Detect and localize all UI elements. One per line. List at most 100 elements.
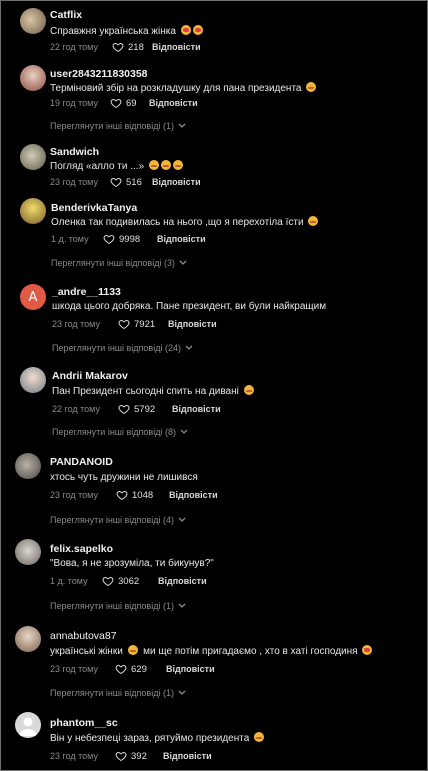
laughing-emoji-icon	[243, 385, 254, 395]
like-button[interactable]: 5792	[118, 403, 155, 415]
heart-outline-icon	[110, 98, 122, 109]
comment-text: Погляд «алло ти ...»	[50, 160, 183, 172]
laughing-emoji-icon	[254, 732, 265, 742]
comment-timestamp: 23 год тому	[52, 319, 100, 329]
comment-text: шкода цього добряка. Пане президент, ви …	[52, 301, 327, 312]
comment-text: Оленка так подивилась на нього ,що я пер…	[51, 216, 319, 228]
chevron-down-icon	[178, 603, 186, 609]
comment-username[interactable]: user2843211830358	[50, 68, 148, 80]
heart-outline-icon	[110, 177, 122, 188]
view-more-replies[interactable]: Переглянути інші відповіді (1)	[50, 688, 186, 698]
like-count: 1048	[132, 489, 154, 501]
view-more-replies[interactable]: Переглянути інші відповіді (8)	[52, 427, 188, 437]
like-count: 7921	[134, 318, 156, 330]
comment-timestamp: 19 год тому	[50, 98, 98, 108]
like-count: 392	[131, 750, 147, 762]
reply-button[interactable]: Відповісти	[169, 490, 218, 500]
comment-timestamp: 23 год тому	[50, 177, 98, 187]
like-count: 9998	[119, 233, 141, 245]
heart-outline-icon	[115, 664, 127, 675]
chevron-down-icon	[178, 517, 186, 523]
like-count: 629	[131, 663, 147, 675]
comment-timestamp: 22 год тому	[52, 404, 100, 414]
like-button[interactable]: 629	[115, 663, 147, 675]
reply-button[interactable]: Відповісти	[166, 664, 215, 674]
avatar[interactable]	[20, 65, 46, 91]
comment-text: хтось чуть дружини не лишився	[50, 472, 198, 483]
comment-timestamp: 23 год тому	[50, 664, 98, 674]
comment-username[interactable]: annabutova87	[50, 630, 117, 642]
heart-outline-icon	[103, 234, 115, 245]
view-more-replies[interactable]: Переглянути інші відповіді (1)	[50, 601, 186, 611]
chevron-down-icon	[178, 690, 186, 696]
avatar[interactable]	[15, 626, 41, 652]
reply-button[interactable]: Відповісти	[157, 234, 206, 244]
comment-text: Справжня українська жінка	[50, 25, 203, 37]
view-more-replies[interactable]: Переглянути інші відповіді (4)	[50, 515, 186, 525]
heart-outline-icon	[102, 576, 114, 587]
chevron-down-icon	[185, 345, 193, 351]
chevron-down-icon	[178, 123, 186, 129]
view-more-replies[interactable]: Переглянути інші відповіді (3)	[51, 258, 187, 268]
comment-timestamp: 23 год тому	[50, 490, 98, 500]
comment-text: Терміновий збір на розкладушку для пана …	[50, 82, 317, 94]
avatar[interactable]	[20, 198, 46, 224]
heart-outline-icon	[118, 404, 130, 415]
like-button[interactable]: 516	[110, 176, 142, 188]
avatar[interactable]	[20, 144, 46, 170]
like-count: 69	[126, 97, 137, 109]
laughing-emoji-icon	[160, 160, 171, 170]
avatar[interactable]	[20, 367, 46, 393]
like-button[interactable]: 392	[115, 750, 147, 762]
heart-outline-icon	[118, 319, 130, 330]
reply-button[interactable]: Відповісти	[149, 98, 198, 108]
like-count: 3062	[118, 575, 140, 587]
comment-text: "Вова, я не зрозуміла, ти бикунув?"	[50, 558, 214, 569]
reply-button[interactable]: Відповісти	[152, 42, 201, 52]
reply-button[interactable]: Відповісти	[158, 576, 207, 586]
laughing-emoji-icon	[148, 160, 159, 170]
avatar[interactable]	[15, 453, 41, 479]
reply-button[interactable]: Відповісти	[168, 319, 217, 329]
reply-button[interactable]: Відповісти	[163, 751, 212, 761]
comment-timestamp: 1 д. тому	[50, 576, 88, 586]
view-more-replies[interactable]: Переглянути інші відповіді (1)	[50, 121, 186, 131]
like-button[interactable]: 3062	[102, 575, 139, 587]
laughing-emoji-icon	[172, 160, 183, 170]
like-button[interactable]: 9998	[103, 233, 140, 245]
like-count: 5792	[134, 403, 156, 415]
comment-username[interactable]: Andrii Makarov	[52, 370, 128, 382]
avatar[interactable]	[20, 8, 46, 34]
reply-button[interactable]: Відповісти	[172, 404, 221, 414]
heart-eyes-emoji-icon	[180, 25, 191, 35]
comment-text: Він у небезпеці зараз, рятуймо президент…	[50, 732, 265, 744]
comment-username[interactable]: felix.sapelko	[50, 543, 113, 555]
like-button[interactable]: 69	[110, 97, 137, 109]
comment-username[interactable]: Sandwich	[50, 146, 99, 158]
comment-timestamp: 1 д. тому	[51, 234, 89, 244]
comment-text: Пан Президент сьогодні спить на дивані	[52, 385, 254, 397]
heart-outline-icon	[116, 490, 128, 501]
comment-username[interactable]: Catflix	[50, 9, 82, 21]
like-button[interactable]: 1048	[116, 489, 153, 501]
comment-username[interactable]: BenderivkaTanya	[51, 202, 137, 214]
like-count: 516	[126, 176, 142, 188]
comment-username[interactable]: _andre__1133	[52, 286, 121, 298]
reply-button[interactable]: Відповісти	[152, 177, 201, 187]
chevron-down-icon	[180, 429, 188, 435]
laughing-emoji-icon	[127, 645, 138, 655]
heart-outline-icon	[115, 751, 127, 762]
avatar[interactable]: A	[20, 284, 46, 310]
heart-eyes-emoji-icon	[192, 25, 203, 35]
view-more-replies[interactable]: Переглянути інші відповіді (24)	[52, 343, 193, 353]
laughing-emoji-icon	[308, 216, 319, 226]
like-count: 218	[128, 41, 144, 53]
avatar[interactable]	[15, 712, 41, 738]
comment-username[interactable]: phantom__sc	[50, 717, 118, 729]
like-button[interactable]: 218	[112, 41, 144, 53]
comment-username[interactable]: PANDANOID	[50, 456, 113, 468]
like-button[interactable]: 7921	[118, 318, 155, 330]
laughing-emoji-icon	[306, 82, 317, 92]
avatar[interactable]	[15, 539, 41, 565]
comment-timestamp: 22 год тому	[50, 42, 98, 52]
